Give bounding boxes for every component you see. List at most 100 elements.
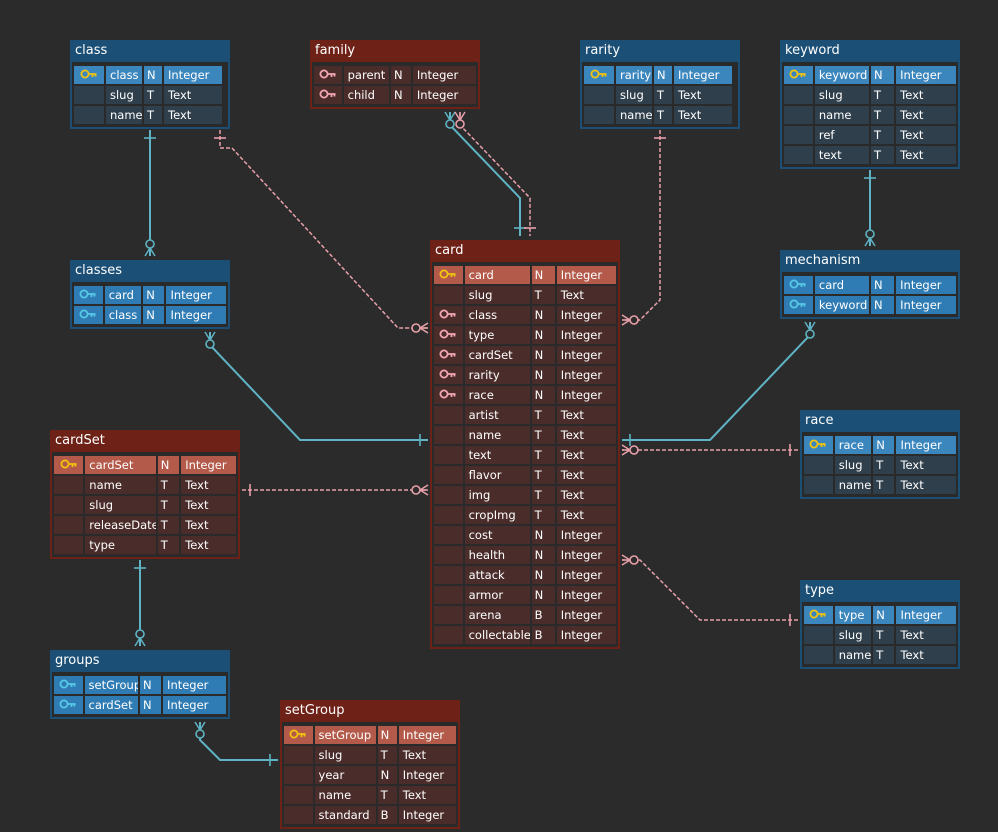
key-cell xyxy=(434,386,463,404)
column-row[interactable]: name T Text xyxy=(74,106,226,124)
relationship-line[interactable] xyxy=(214,130,429,334)
column-row[interactable]: card N Integer xyxy=(784,276,956,294)
table-title[interactable]: family xyxy=(312,42,478,62)
relationship-line[interactable] xyxy=(204,331,428,446)
column-row[interactable]: slug T Text xyxy=(74,86,226,104)
relationship-line[interactable] xyxy=(621,444,798,456)
table-title[interactable]: class xyxy=(72,42,228,62)
column-datatype: Text xyxy=(556,486,616,504)
relationship-line[interactable] xyxy=(194,721,278,766)
table-title[interactable]: mechanism xyxy=(782,252,958,272)
table-title[interactable]: rarity xyxy=(582,42,738,62)
column-row[interactable]: slug T Text xyxy=(784,86,956,104)
column-row[interactable]: ref T Text xyxy=(784,126,956,144)
column-row[interactable]: name T Text xyxy=(784,106,956,124)
table-card[interactable]: card card N Integer slug T Text class N Integer ty… xyxy=(430,240,620,649)
table-title[interactable]: groups xyxy=(52,652,228,672)
column-row[interactable]: flavor T Text xyxy=(434,466,616,484)
column-row[interactable]: class N Integer xyxy=(74,66,226,84)
column-row[interactable]: name T Text xyxy=(804,476,956,494)
column-row[interactable]: arena B Integer xyxy=(434,606,616,624)
table-title[interactable]: race xyxy=(802,412,958,432)
column-row[interactable]: text T Text xyxy=(784,146,956,164)
column-name: name xyxy=(834,646,872,664)
column-row[interactable]: name T Text xyxy=(584,106,736,124)
column-row[interactable]: race N Integer xyxy=(804,436,956,454)
table-family[interactable]: family parent N Integer child N Integer xyxy=(310,40,480,109)
column-row[interactable]: cardSet N Integer xyxy=(54,456,236,474)
column-name: class xyxy=(104,306,142,324)
column-row[interactable]: slug T Text xyxy=(584,86,736,104)
column-row[interactable]: class N Integer xyxy=(74,306,226,324)
column-row[interactable]: armor N Integer xyxy=(434,586,616,604)
table-title[interactable]: keyword xyxy=(782,42,958,62)
column-row[interactable]: keyword N Integer xyxy=(784,296,956,314)
column-row[interactable]: year N Integer xyxy=(284,766,457,784)
column-row[interactable]: parent N Integer xyxy=(314,66,476,84)
column-row[interactable]: keyword N Integer xyxy=(784,66,956,84)
relationship-line[interactable] xyxy=(242,484,429,496)
table-mechanism[interactable]: mechanism card N Integer keyword N Integer xyxy=(780,250,960,319)
table-title[interactable]: cardSet xyxy=(52,432,238,452)
table-classes[interactable]: classes card N Integer class N Integer xyxy=(70,260,230,329)
column-row[interactable]: img T Text xyxy=(434,486,616,504)
column-row[interactable]: slug T Text xyxy=(434,286,616,304)
table-class[interactable]: class class N Integer slug T Text name T Text xyxy=(70,40,230,129)
table-rarity[interactable]: rarity rarity N Integer slug T Text name T Text xyxy=(580,40,740,129)
column-row[interactable]: race N Integer xyxy=(434,386,616,404)
column-row[interactable]: slug T Text xyxy=(284,746,457,764)
column-row[interactable]: setGroup N Integer xyxy=(284,726,457,744)
table-title[interactable]: card xyxy=(432,242,618,262)
column-row[interactable]: class N Integer xyxy=(434,306,616,324)
column-row[interactable]: type T Text xyxy=(54,536,236,554)
key-icon xyxy=(789,276,807,294)
column-row[interactable]: cardSet N Integer xyxy=(54,696,226,714)
relationship-line[interactable] xyxy=(621,130,666,326)
table-keyword[interactable]: keyword keyword N Integer slug T Text name T Text… xyxy=(780,40,960,169)
column-row[interactable]: artist T Text xyxy=(434,406,616,424)
table-race[interactable]: race race N Integer slug T Text name T Text xyxy=(800,410,960,499)
relationship-line[interactable] xyxy=(622,321,816,446)
table-title[interactable]: type xyxy=(802,582,958,602)
column-row[interactable]: cost N Integer xyxy=(434,526,616,544)
table-type[interactable]: type type N Integer slug T Text name T Text xyxy=(800,580,960,669)
key-cell xyxy=(804,456,833,474)
column-row[interactable]: name T Text xyxy=(54,476,236,494)
column-row[interactable]: rarity N Integer xyxy=(584,66,736,84)
relationship-line[interactable] xyxy=(144,130,156,257)
relationship-line[interactable] xyxy=(621,554,798,626)
key-cell xyxy=(434,466,463,484)
table-groups[interactable]: groups setGroup N Integer cardSet N Integer xyxy=(50,650,230,719)
column-row[interactable]: attack N Integer xyxy=(434,566,616,584)
column-row[interactable]: cardSet N Integer xyxy=(434,346,616,364)
key-cell xyxy=(74,106,104,124)
column-row[interactable]: card N Integer xyxy=(434,266,616,284)
column-row[interactable]: slug T Text xyxy=(804,456,956,474)
table-cardset[interactable]: cardSet cardSet N Integer name T Text slug T Text… xyxy=(50,430,240,559)
column-row[interactable]: standard B Integer xyxy=(284,806,457,824)
relationship-line[interactable] xyxy=(444,111,526,236)
column-row[interactable]: name T Text xyxy=(804,646,956,664)
column-row[interactable]: health N Integer xyxy=(434,546,616,564)
column-row[interactable]: collectable B Integer xyxy=(434,626,616,644)
column-type-code: T xyxy=(873,456,895,474)
relationship-line[interactable] xyxy=(864,170,876,247)
column-row[interactable]: cropImg T Text xyxy=(434,506,616,524)
table-title[interactable]: setGroup xyxy=(282,702,458,722)
column-row[interactable]: type N Integer xyxy=(434,326,616,344)
column-row[interactable]: setGroup N Integer xyxy=(54,676,226,694)
column-row[interactable]: text T Text xyxy=(434,446,616,464)
column-row[interactable]: name T Text xyxy=(284,786,457,804)
column-row[interactable]: child N Integer xyxy=(314,86,476,104)
column-row[interactable]: slug T Text xyxy=(804,626,956,644)
table-setgroup[interactable]: setGroup setGroup N Integer slug T Text year N In… xyxy=(280,700,460,829)
relationship-line[interactable] xyxy=(454,111,536,236)
column-row[interactable]: card N Integer xyxy=(74,286,226,304)
relationship-line[interactable] xyxy=(134,560,146,647)
column-row[interactable]: rarity N Integer xyxy=(434,366,616,384)
column-row[interactable]: type N Integer xyxy=(804,606,956,624)
table-title[interactable]: classes xyxy=(72,262,228,282)
column-row[interactable]: name T Text xyxy=(434,426,616,444)
column-row[interactable]: slug T Text xyxy=(54,496,236,514)
column-row[interactable]: releaseDate T Text xyxy=(54,516,236,534)
